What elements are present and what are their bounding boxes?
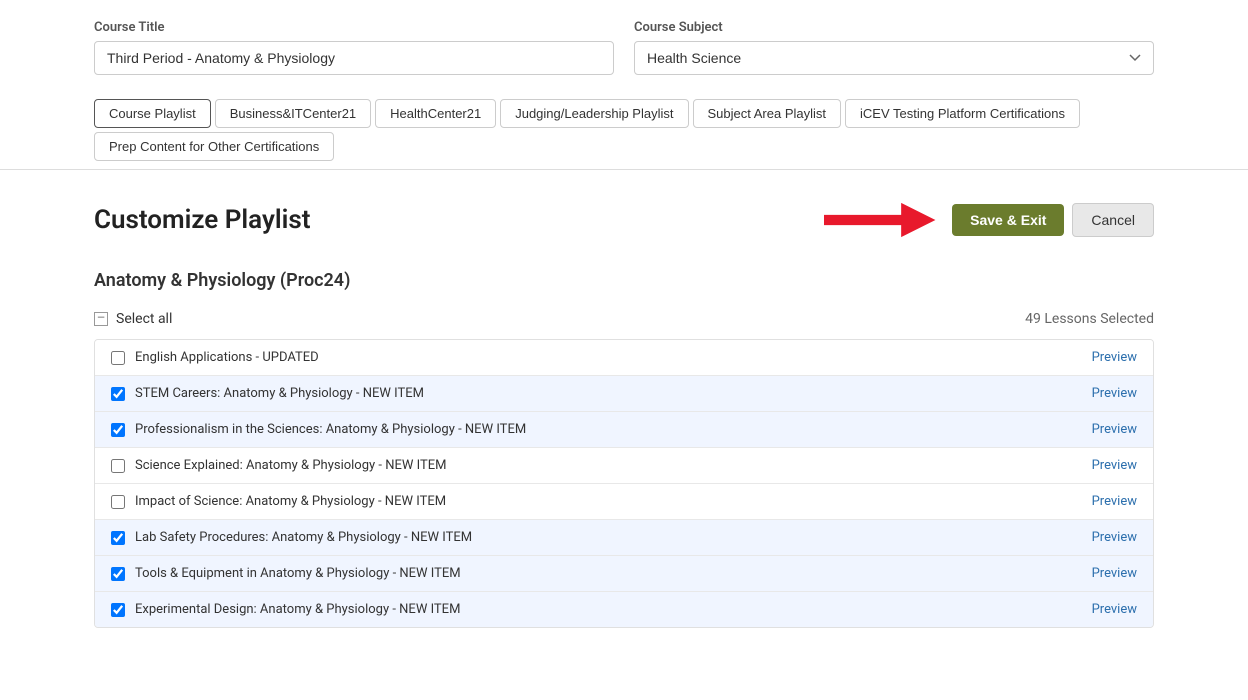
lesson-left: Experimental Design: Anatomy & Physiolog…: [111, 602, 460, 617]
table-row: Tools & Equipment in Anatomy & Physiolog…: [95, 556, 1153, 592]
table-row: STEM Careers: Anatomy & Physiology - NEW…: [95, 376, 1153, 412]
lesson-name: Professionalism in the Sciences: Anatomy…: [135, 422, 526, 437]
lesson-left: Impact of Science: Anatomy & Physiology …: [111, 494, 446, 509]
lesson-name: Tools & Equipment in Anatomy & Physiolog…: [135, 566, 461, 581]
lesson-left: STEM Careers: Anatomy & Physiology - NEW…: [111, 386, 424, 401]
course-title-input[interactable]: [94, 41, 614, 75]
tab-icev-testing[interactable]: iCEV Testing Platform Certifications: [845, 99, 1080, 128]
lesson-checkbox[interactable]: [111, 531, 125, 545]
top-section: Course Title Course Subject Health Scien…: [0, 0, 1248, 75]
lesson-list: English Applications - UPDATED Preview STE…: [94, 339, 1154, 628]
select-all-left: Select all: [94, 311, 172, 327]
tab-prep-content[interactable]: Prep Content for Other Certifications: [94, 132, 334, 161]
arrow-indicator: [824, 190, 944, 250]
lesson-checkbox[interactable]: [111, 387, 125, 401]
arrow-icon: [824, 190, 944, 250]
preview-link[interactable]: Preview: [1092, 350, 1137, 365]
preview-link[interactable]: Preview: [1092, 566, 1137, 581]
lesson-name: Lab Safety Procedures: Anatomy & Physiol…: [135, 530, 472, 545]
table-row: Experimental Design: Anatomy & Physiolog…: [95, 592, 1153, 627]
lesson-name: STEM Careers: Anatomy & Physiology - NEW…: [135, 386, 424, 401]
save-exit-button[interactable]: Save & Exit: [952, 204, 1064, 236]
form-row: Course Title Course Subject Health Scien…: [94, 20, 1154, 75]
tab-subject-area[interactable]: Subject Area Playlist: [693, 99, 842, 128]
lesson-name: Impact of Science: Anatomy & Physiology …: [135, 494, 446, 509]
lesson-checkbox[interactable]: [111, 423, 125, 437]
lesson-left: English Applications - UPDATED: [111, 350, 319, 365]
tab-business-it[interactable]: Business&ITCenter21: [215, 99, 371, 128]
main-section: Customize Playlist Save & Exit Cancel An…: [0, 170, 1248, 648]
table-row: Impact of Science: Anatomy & Physiology …: [95, 484, 1153, 520]
title-label: Course Title: [94, 20, 614, 35]
lesson-checkbox[interactable]: [111, 567, 125, 581]
table-row: Science Explained: Anatomy & Physiology …: [95, 448, 1153, 484]
table-row: Professionalism in the Sciences: Anatomy…: [95, 412, 1153, 448]
select-all-checkbox[interactable]: [94, 312, 108, 326]
page-title: Customize Playlist: [94, 205, 310, 235]
course-subtitle: Anatomy & Physiology (Proc24): [94, 270, 1154, 291]
tab-judging-leadership[interactable]: Judging/Leadership Playlist: [500, 99, 688, 128]
subject-group: Course Subject Health Science: [634, 20, 1154, 75]
tab-course-playlist[interactable]: Course Playlist: [94, 99, 211, 128]
preview-link[interactable]: Preview: [1092, 494, 1137, 509]
lesson-left: Tools & Equipment in Anatomy & Physiolog…: [111, 566, 461, 581]
lesson-left: Professionalism in the Sciences: Anatomy…: [111, 422, 526, 437]
preview-link[interactable]: Preview: [1092, 422, 1137, 437]
lesson-checkbox[interactable]: [111, 495, 125, 509]
tab-health-center[interactable]: HealthCenter21: [375, 99, 496, 128]
preview-link[interactable]: Preview: [1092, 386, 1137, 401]
lesson-checkbox[interactable]: [111, 603, 125, 617]
tabs-section: Course PlaylistBusiness&ITCenter21Health…: [0, 91, 1248, 170]
subject-label: Course Subject: [634, 20, 1154, 35]
table-row: Lab Safety Procedures: Anatomy & Physiol…: [95, 520, 1153, 556]
lesson-name: Experimental Design: Anatomy & Physiolog…: [135, 602, 460, 617]
select-all-label: Select all: [116, 311, 172, 327]
select-all-row: Select all 49 Lessons Selected: [94, 307, 1154, 331]
cancel-button[interactable]: Cancel: [1072, 203, 1154, 237]
preview-link[interactable]: Preview: [1092, 458, 1137, 473]
playlist-header: Customize Playlist Save & Exit Cancel: [94, 190, 1154, 250]
title-group: Course Title: [94, 20, 614, 75]
header-actions: Save & Exit Cancel: [824, 190, 1154, 250]
lesson-name: English Applications - UPDATED: [135, 350, 319, 365]
lesson-left: Science Explained: Anatomy & Physiology …: [111, 458, 446, 473]
course-subject-select[interactable]: Health Science: [634, 41, 1154, 75]
preview-link[interactable]: Preview: [1092, 602, 1137, 617]
lesson-checkbox[interactable]: [111, 459, 125, 473]
preview-link[interactable]: Preview: [1092, 530, 1137, 545]
lesson-left: Lab Safety Procedures: Anatomy & Physiol…: [111, 530, 472, 545]
table-row: English Applications - UPDATED Preview: [95, 340, 1153, 376]
tabs-row: Course PlaylistBusiness&ITCenter21Health…: [94, 91, 1154, 169]
lesson-name: Science Explained: Anatomy & Physiology …: [135, 458, 446, 473]
lessons-count: 49 Lessons Selected: [1025, 311, 1154, 327]
lesson-checkbox[interactable]: [111, 351, 125, 365]
